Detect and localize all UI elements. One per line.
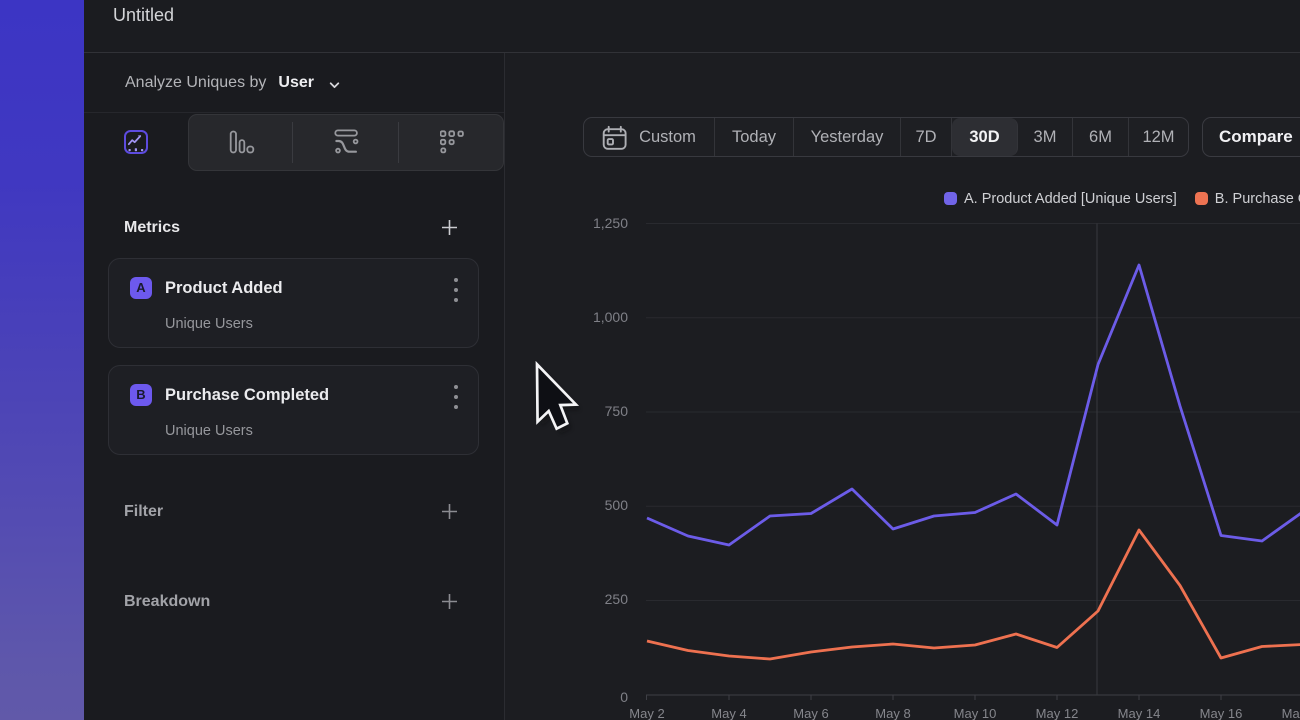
svg-text:May 14: May 14 (1118, 706, 1161, 720)
svg-text:250: 250 (605, 591, 629, 607)
svg-text:May 4: May 4 (711, 706, 746, 720)
svg-text:750: 750 (605, 403, 629, 419)
svg-text:May 2: May 2 (629, 706, 664, 720)
svg-text:1,000: 1,000 (593, 309, 628, 325)
svg-text:May 8: May 8 (875, 706, 910, 720)
svg-text:500: 500 (605, 497, 629, 513)
svg-text:0: 0 (620, 689, 628, 705)
svg-text:May 18: May 18 (1282, 706, 1300, 720)
svg-text:1,250: 1,250 (593, 215, 628, 231)
svg-text:May 12: May 12 (1036, 706, 1079, 720)
svg-text:May 6: May 6 (793, 706, 828, 720)
svg-text:May 16: May 16 (1200, 706, 1243, 720)
svg-text:May 10: May 10 (954, 706, 997, 720)
